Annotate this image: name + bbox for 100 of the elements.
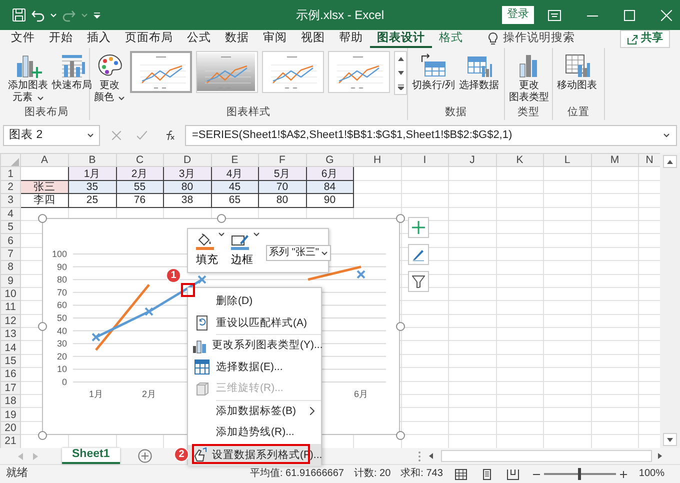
column-header[interactable]: M — [591, 154, 638, 167]
ribbon-tab[interactable]: 公式 — [180, 30, 218, 48]
table-cell[interactable]: 25 — [68, 194, 116, 208]
chart-styles-button[interactable] — [408, 244, 429, 265]
caret-icon[interactable] — [663, 133, 670, 138]
row-header[interactable]: 16 — [0, 368, 20, 382]
column-header[interactable]: C — [116, 154, 164, 167]
change-colors-button[interactable]: 更改 颜色 — [93, 51, 126, 105]
row-header[interactable]: 14 — [0, 340, 20, 354]
select-data-button[interactable]: 选择数据 — [458, 51, 500, 93]
scroll-up-button[interactable] — [663, 155, 677, 168]
ribbon-tab[interactable]: 插入 — [80, 30, 118, 48]
caret-icon[interactable] — [253, 232, 260, 237]
change-chart-type-button[interactable]: 更改 图表类型 — [508, 51, 550, 105]
ribbon-tab[interactable]: 开始 — [42, 30, 80, 48]
row-header[interactable]: 17 — [0, 381, 20, 395]
table-cell[interactable]: 70 — [258, 180, 306, 194]
caret-icon[interactable] — [218, 232, 225, 237]
column-header[interactable]: K — [496, 154, 544, 167]
add-sheet-icon[interactable] — [138, 449, 152, 463]
table-cell[interactable]: 李四 — [20, 194, 68, 208]
table-cell[interactable]: 55 — [116, 180, 164, 194]
horizontal-scrollbar[interactable] — [441, 450, 652, 462]
sheet-tab[interactable]: Sheet1 — [62, 448, 120, 464]
chart-style-thumbnail[interactable] — [262, 51, 324, 93]
switch-row-column-button[interactable]: 切换行/列 — [411, 51, 456, 93]
table-cell[interactable]: 38 — [164, 194, 211, 208]
chart-style-thumbnail[interactable] — [130, 51, 192, 93]
chart-elements-button[interactable] — [408, 217, 429, 238]
name-box[interactable]: 图表 2 — [3, 125, 100, 146]
table-cell[interactable]: 1月 — [68, 166, 116, 180]
outline-button[interactable]: 边框 — [231, 232, 260, 268]
menu-item[interactable]: 更改系列图表类型(Y)... — [188, 335, 321, 356]
ribbon-tab[interactable]: 帮助 — [332, 30, 370, 48]
formula-field[interactable]: =SERIES(Sheet1!$A$2,Sheet1!$B$1:$G$1,Sheet1!$B$2:$G$2,1) — [185, 125, 677, 146]
chart-style-thumbnail[interactable] — [328, 51, 390, 93]
resize-handle[interactable] — [38, 322, 46, 330]
row-header[interactable]: 13 — [0, 328, 20, 341]
row-header[interactable]: 5 — [0, 220, 20, 234]
row-header[interactable]: 10 — [0, 287, 20, 301]
scroll-down-button[interactable] — [663, 433, 677, 446]
table-cell[interactable]: 2月 — [116, 166, 164, 180]
row-header[interactable]: 3 — [0, 194, 20, 208]
quick-layout-button[interactable]: 快速布局 — [51, 51, 93, 93]
move-chart-button[interactable]: 移动图表 — [556, 51, 598, 93]
row-header[interactable]: 4 — [0, 207, 20, 220]
column-header[interactable]: N — [638, 154, 660, 167]
sign-in-button[interactable]: 登录 — [502, 6, 534, 24]
chart-filters-button[interactable] — [408, 271, 429, 292]
zoom-in-icon[interactable] — [620, 470, 627, 478]
row-header[interactable]: 1 — [0, 166, 20, 180]
zoom-level[interactable]: 100% — [638, 468, 664, 480]
page-layout-view-icon[interactable] — [480, 468, 493, 480]
caret-icon[interactable] — [118, 96, 125, 100]
table-cell[interactable]: 90 — [306, 194, 354, 208]
menu-item[interactable]: 添加数据标签(B) — [188, 400, 321, 422]
caret-icon[interactable] — [36, 96, 44, 100]
row-header[interactable]: 12 — [0, 314, 20, 328]
table-cell[interactable]: 3月 — [164, 166, 211, 180]
table-cell[interactable]: 张三 — [20, 180, 68, 194]
row-header[interactable]: 21 — [0, 434, 20, 448]
resize-handle[interactable] — [396, 214, 404, 222]
menu-item[interactable]: 重设以匹配样式(A) — [188, 312, 321, 334]
row-header[interactable]: 11 — [0, 300, 20, 314]
table-cell[interactable]: 80 — [258, 194, 306, 208]
row-header[interactable]: 15 — [0, 354, 20, 368]
row-header[interactable]: 19 — [0, 408, 20, 422]
table-cell[interactable]: 6月 — [306, 166, 354, 180]
slider-thumb[interactable] — [578, 468, 582, 480]
row-header[interactable]: 18 — [0, 394, 20, 408]
undo-icon[interactable] — [31, 8, 45, 22]
save-icon[interactable] — [12, 8, 26, 22]
fill-button[interactable]: 填充 — [196, 232, 225, 268]
column-header[interactable]: D — [164, 154, 211, 167]
column-header[interactable]: E — [211, 154, 258, 167]
resize-handle[interactable] — [216, 214, 226, 222]
row-header[interactable]: 20 — [0, 421, 20, 435]
series-dropdown[interactable]: 系列 "张三" — [266, 245, 331, 261]
ribbon-tab[interactable]: 图表设计 — [370, 30, 432, 48]
table-cell[interactable]: 5月 — [258, 166, 306, 180]
column-header[interactable]: B — [68, 154, 116, 167]
share-button[interactable]: 共享 — [620, 30, 670, 48]
column-header[interactable]: G — [306, 154, 354, 167]
table-cell[interactable]: 45 — [211, 180, 258, 194]
menu-item[interactable]: 删除(D) — [188, 291, 321, 312]
caret-icon[interactable] — [320, 250, 328, 256]
column-header[interactable]: H — [354, 154, 401, 167]
ribbon-tab[interactable]: 文件 — [4, 30, 42, 48]
ribbon-display-icon[interactable] — [548, 10, 561, 20]
column-header[interactable]: L — [544, 154, 591, 167]
normal-view-icon[interactable] — [454, 468, 467, 480]
table-cell[interactable]: 80 — [164, 180, 211, 194]
table-cell[interactable]: 4月 — [211, 166, 258, 180]
tell-me-search[interactable]: 操作说明搜索 — [503, 32, 575, 46]
ribbon-tab[interactable]: 审阅 — [256, 30, 294, 48]
table-cell[interactable]: 35 — [68, 180, 116, 194]
row-header[interactable]: 7 — [0, 247, 20, 261]
caret-icon[interactable] — [87, 133, 94, 138]
close-icon[interactable] — [661, 10, 672, 20]
column-header[interactable]: A — [20, 154, 68, 167]
